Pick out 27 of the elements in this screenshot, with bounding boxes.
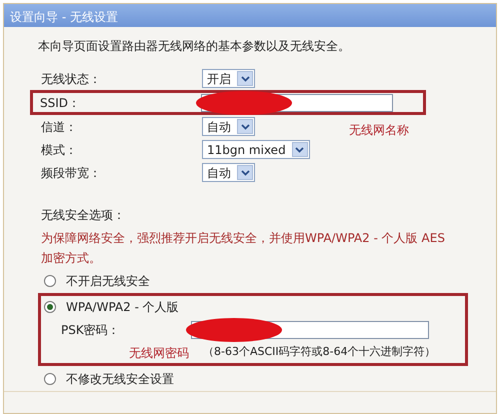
field-label: 模式： xyxy=(40,142,78,158)
dropdown-value: 11bgn mixed xyxy=(207,142,286,158)
dropdown[interactable]: 自动 xyxy=(202,117,255,136)
field-label: 信道： xyxy=(40,118,78,136)
window-title: 设置向导 - 无线设置 xyxy=(4,4,496,27)
dropdown-value: 开启 xyxy=(207,70,231,88)
field-label: 频段带宽： xyxy=(40,164,102,182)
field-label: 无线状态： xyxy=(40,70,102,88)
warning-text: 为保障网络安全，强烈推荐开启无线安全，并使用WPA/WPA2 - 个人版 AES加密方式。 xyxy=(41,230,446,267)
annotation-label: 无线网密码 xyxy=(129,345,189,362)
annotation-label: 无线网名称 xyxy=(349,122,409,139)
field-label: SSID： xyxy=(39,94,82,112)
hint-text: （8-63个ASCII码字符或8-64个十六进制字符） xyxy=(203,344,436,360)
dropdown-value: 自动 xyxy=(207,118,231,136)
dropdown[interactable]: 自动 xyxy=(202,163,255,182)
radio-label: 不修改无线安全设置 xyxy=(66,370,174,388)
radio-button[interactable] xyxy=(44,274,56,286)
radio-button[interactable] xyxy=(44,372,56,384)
dropdown[interactable]: 开启 xyxy=(202,69,255,88)
dropdown[interactable]: 11bgn mixed xyxy=(202,140,310,159)
radio-label: 不开启无线安全 xyxy=(66,272,150,290)
section-heading: 无线安全选项： xyxy=(41,207,126,224)
intro-text: 本向导页面设置路由器无线网络的基本参数以及无线安全。 xyxy=(38,38,351,55)
radio-label: WPA/WPA2 - 个人版 xyxy=(66,299,179,316)
field-label: PSK密码： xyxy=(60,322,121,338)
radio-button[interactable] xyxy=(44,301,56,313)
dropdown-value: 自动 xyxy=(207,164,231,182)
